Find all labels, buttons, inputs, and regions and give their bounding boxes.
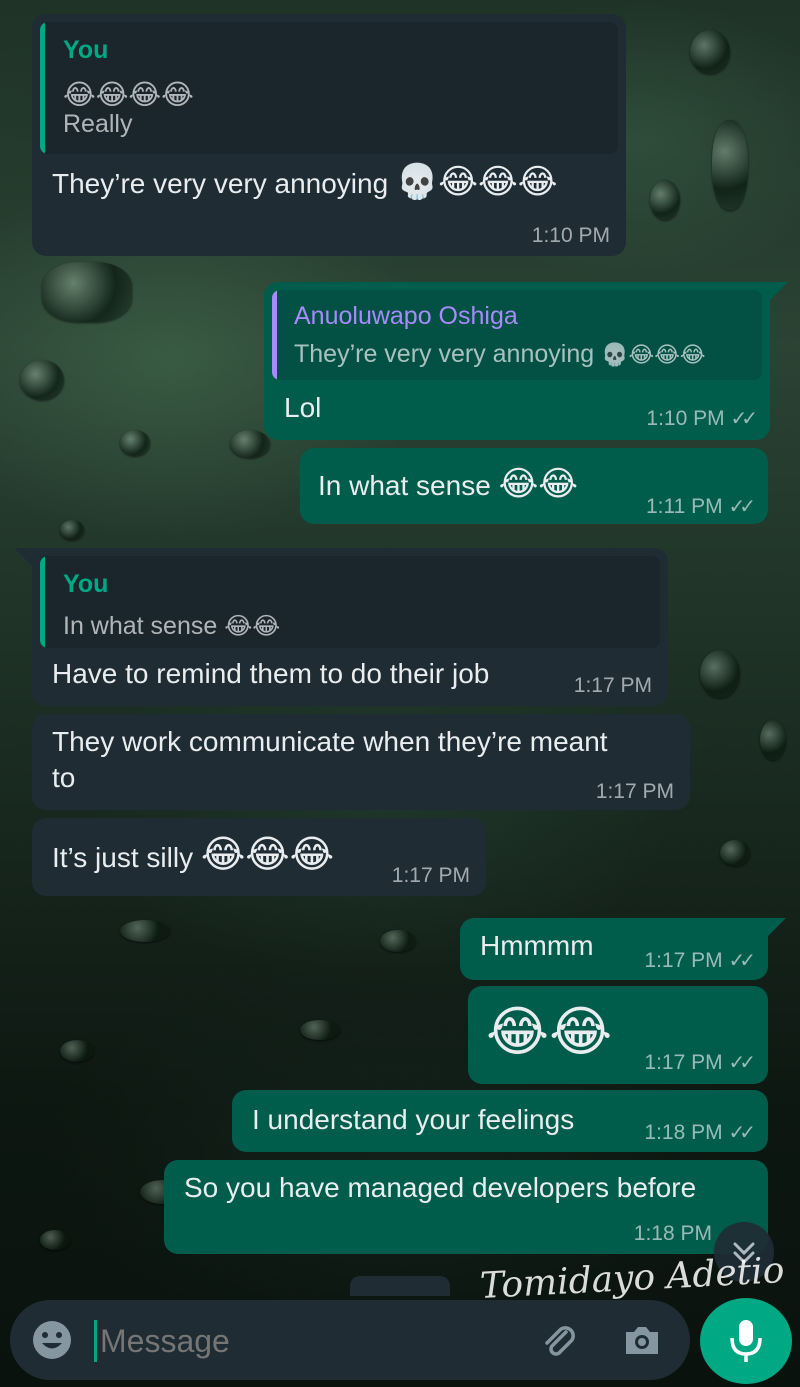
message-bubble-incoming[interactable]: You 😂😂😂😂 Really They’re very very annoyi… [32, 14, 626, 256]
message-time: 1:17 PM ✓✓ [644, 949, 755, 972]
quote-author: Anuoluwapo Oshiga [294, 302, 518, 330]
double-check-icon: ✓✓ [728, 496, 755, 518]
quote-text: Really [63, 110, 133, 138]
message-bubble-outgoing[interactable]: In what sense 😂😂 1:11 PM ✓✓ [300, 448, 768, 524]
emoji: 😂😂 [224, 612, 281, 640]
double-check-icon: ✓✓ [728, 1122, 755, 1144]
emoji: 💀😂😂😂 [395, 162, 558, 202]
mic-icon [730, 1320, 762, 1362]
emoji: 💀😂😂😂 [601, 343, 706, 368]
double-check-icon: ✓✓ [728, 1052, 755, 1074]
emoji: 😂😂 [498, 464, 579, 504]
message-bubble-outgoing[interactable]: Anuoluwapo Oshiga They’re very very anno… [264, 282, 770, 440]
message-time: 1:18 PM [633, 1222, 712, 1245]
message-bubble-outgoing[interactable]: I understand your feelings 1:18 PM ✓✓ [232, 1090, 768, 1152]
bubble-tail [770, 282, 788, 300]
double-check-icon: ✓✓ [730, 408, 757, 430]
message-text: So you have managed developers before [184, 1172, 697, 1203]
quoted-message[interactable]: You In what sense 😂😂 [40, 556, 660, 648]
message-text: They work communicate when they’re meant… [52, 726, 608, 793]
quote-text: In what sense 😂😂 [63, 612, 281, 640]
message-bubble-outgoing[interactable]: Hmmmm 1:17 PM ✓✓ [460, 918, 768, 980]
message-text: In what sense 😂😂 [318, 464, 579, 504]
message-text: Have to remind them to do their job [52, 658, 490, 689]
emoji: 😂😂 [486, 1000, 613, 1063]
message-time: 1:17 PM [391, 864, 470, 887]
message-time: 1:11 PM ✓✓ [645, 495, 756, 518]
quote-author: You [63, 36, 109, 64]
double-check-icon: ✓✓ [728, 950, 755, 972]
message-bubble-outgoing[interactable]: 😂😂 1:17 PM ✓✓ [468, 986, 768, 1084]
date-chip [350, 1276, 450, 1296]
message-text: I understand your feelings [252, 1104, 575, 1135]
message-time: 1:17 PM [595, 780, 674, 803]
mic-button[interactable] [700, 1298, 792, 1384]
message-bubble-incoming[interactable]: It’s just silly 😂😂😂 1:17 PM [32, 818, 486, 896]
bubble-tail [14, 548, 32, 566]
quote-text: They’re very very annoying 💀😂😂😂 [294, 340, 706, 368]
message-text: It’s just silly 😂😂😂 [52, 832, 335, 876]
bubble-tail [768, 918, 786, 936]
emoji-icon[interactable] [30, 1318, 74, 1362]
message-text: Lol [284, 392, 322, 423]
message-input[interactable] [98, 1314, 502, 1368]
message-time: 1:10 PM [531, 224, 610, 247]
quote-author: You [63, 570, 109, 598]
emoji: 😂😂😂 [200, 832, 335, 876]
message-time: 1:10 PM ✓✓ [646, 407, 757, 430]
message-bubble-incoming[interactable]: You In what sense 😂😂 Have to remind them… [32, 548, 668, 706]
message-text: Hmmmm [480, 930, 594, 961]
message-time: 1:17 PM ✓✓ [644, 1051, 755, 1074]
message-text: They’re very very annoying 💀😂😂😂 [52, 162, 558, 202]
message-time: 1:18 PM ✓✓ [644, 1121, 755, 1144]
message-input-bar [10, 1300, 690, 1380]
message-time: 1:17 PM [573, 674, 652, 697]
text-cursor [94, 1320, 97, 1362]
message-bubble-outgoing[interactable]: So you have managed developers before 1:… [164, 1160, 768, 1254]
camera-icon[interactable] [620, 1318, 664, 1362]
message-bubble-incoming[interactable]: They work communicate when they’re meant… [32, 714, 690, 810]
quoted-message[interactable]: You 😂😂😂😂 Really [40, 22, 618, 154]
quote-emoji: 😂😂😂😂 [63, 78, 194, 111]
quoted-message[interactable]: Anuoluwapo Oshiga They’re very very anno… [272, 290, 762, 380]
paperclip-icon[interactable] [536, 1318, 580, 1362]
